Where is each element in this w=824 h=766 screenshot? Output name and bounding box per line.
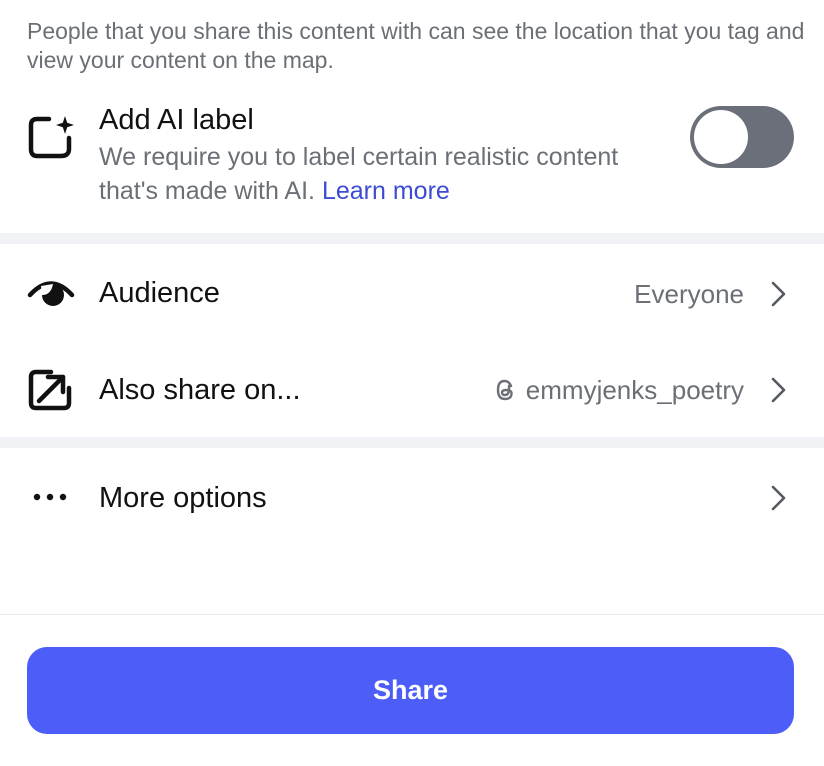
more-options-label: More options — [99, 482, 267, 514]
section-divider — [0, 437, 824, 448]
share-arrow-icon — [28, 369, 72, 411]
also-share-account: emmyjenks_poetry — [525, 375, 744, 405]
audience-value-text: Everyone — [634, 279, 744, 309]
section-divider — [0, 233, 824, 244]
threads-icon — [496, 379, 513, 401]
footer-divider — [0, 614, 824, 615]
learn-more-link[interactable]: Learn more — [322, 177, 450, 205]
also-share-value: emmyjenks_poetry — [494, 372, 744, 408]
location-note: People that you share this content with … — [27, 18, 805, 73]
share-button[interactable]: Share — [27, 647, 794, 734]
audience-value: Everyone — [634, 276, 744, 312]
chevron-right-icon — [771, 377, 786, 403]
audience-label: Audience — [99, 277, 220, 309]
share-settings-screen: People that you share this content with … — [0, 0, 824, 766]
also-share-label: Also share on... — [99, 374, 301, 406]
ai-label-toggle[interactable] — [690, 106, 794, 168]
ai-label-sparkle-icon — [28, 116, 74, 159]
more-dots-icon — [33, 493, 67, 501]
chevron-right-icon — [771, 281, 786, 307]
ai-label-title: Add AI label — [99, 104, 254, 136]
ai-label-description: We require you to label certain realisti… — [99, 140, 659, 208]
toggle-knob — [694, 110, 748, 164]
chevron-right-icon — [771, 485, 786, 511]
eye-icon — [27, 281, 75, 306]
